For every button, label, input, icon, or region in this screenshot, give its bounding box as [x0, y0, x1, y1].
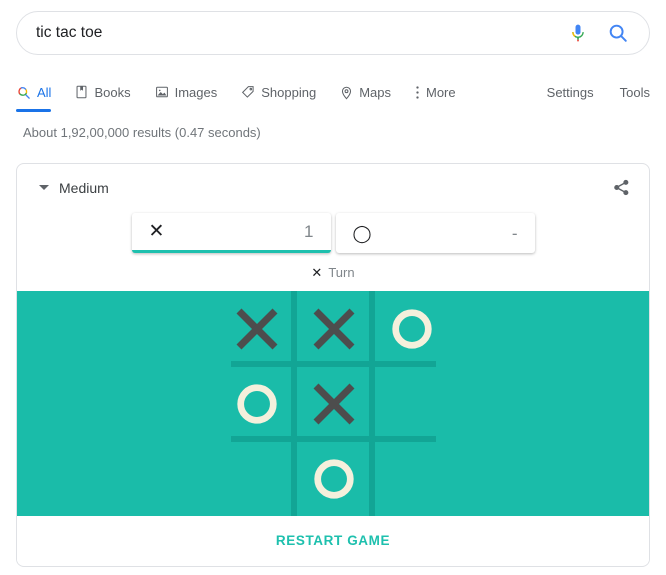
score-card-o[interactable]: ◯ - [335, 213, 535, 253]
score-value-o: - [511, 223, 518, 243]
tab-images-label: Images [174, 84, 218, 100]
x-mark-icon: ✕ [148, 221, 165, 242]
tab-shopping[interactable]: Shopping [241, 74, 316, 110]
tab-more[interactable]: More [415, 74, 456, 110]
board-cell-2-2[interactable] [377, 445, 447, 513]
more-vertical-icon [415, 85, 420, 100]
search-input[interactable] [17, 12, 563, 54]
turn-mark-icon: ✕ [311, 264, 323, 280]
tic-tac-toe-game-card: Medium ✕ 1 ◯ - ✕ Turn RESTART GAME [16, 163, 650, 567]
o-mark-icon [314, 459, 354, 499]
microphone-icon[interactable] [563, 18, 593, 48]
board-cell-2-1[interactable] [299, 445, 369, 513]
tab-shopping-label: Shopping [261, 84, 317, 100]
o-mark-icon [392, 309, 432, 349]
tools-button[interactable]: Tools [620, 85, 650, 100]
results-count: About 1,92,00,000 results (0.47 seconds) [23, 125, 261, 140]
search-submit-icon[interactable] [601, 16, 635, 50]
tab-all[interactable]: All [16, 74, 52, 112]
board-cell-0-2[interactable] [377, 295, 447, 363]
turn-label: Turn [328, 264, 355, 280]
board-cell-1-1[interactable] [299, 370, 369, 438]
caret-down-icon [39, 185, 49, 190]
google-search-icon [16, 85, 31, 100]
game-card-header: Medium [17, 164, 649, 211]
difficulty-label: Medium [59, 179, 109, 196]
game-card-footer: RESTART GAME [17, 516, 649, 564]
o-mark-icon [237, 384, 277, 424]
o-mark-icon: ◯ [352, 223, 372, 243]
map-pin-icon [340, 85, 353, 100]
board-cell-0-1[interactable] [299, 295, 369, 363]
tab-images[interactable]: Images [155, 74, 218, 110]
share-icon[interactable] [612, 178, 631, 197]
turn-indicator: ✕ Turn [17, 263, 649, 281]
tab-more-label: More [425, 84, 456, 100]
tab-all-label: All [37, 84, 52, 100]
tab-maps-label: Maps [359, 84, 391, 100]
restart-game-button[interactable]: RESTART GAME [276, 533, 390, 548]
image-icon [155, 85, 169, 99]
difficulty-selector[interactable]: Medium [39, 180, 109, 196]
board-cell-2-0[interactable] [222, 445, 292, 513]
x-mark-icon [313, 308, 355, 350]
tab-books-label: Books [94, 84, 131, 100]
book-icon [75, 85, 88, 99]
game-board-band [17, 291, 649, 516]
board-cell-1-2[interactable] [377, 370, 447, 438]
search-bar[interactable] [16, 11, 650, 55]
x-mark-icon [236, 308, 278, 350]
score-value-x: 1 [304, 222, 314, 241]
scoreboard: ✕ 1 ◯ - [17, 211, 649, 253]
score-card-x[interactable]: ✕ 1 [131, 213, 331, 253]
settings-button[interactable]: Settings [547, 85, 594, 100]
search-nav-tabs: All Books Images Shopping Maps More Sett… [16, 74, 650, 112]
board-cell-1-0[interactable] [222, 370, 292, 438]
tab-maps[interactable]: Maps [340, 74, 391, 110]
tag-icon [241, 85, 255, 99]
x-mark-icon [313, 383, 355, 425]
board-cell-0-0[interactable] [222, 295, 292, 363]
grid-line-vertical-2 [369, 291, 375, 516]
tab-books[interactable]: Books [75, 74, 131, 110]
game-board [218, 291, 448, 516]
